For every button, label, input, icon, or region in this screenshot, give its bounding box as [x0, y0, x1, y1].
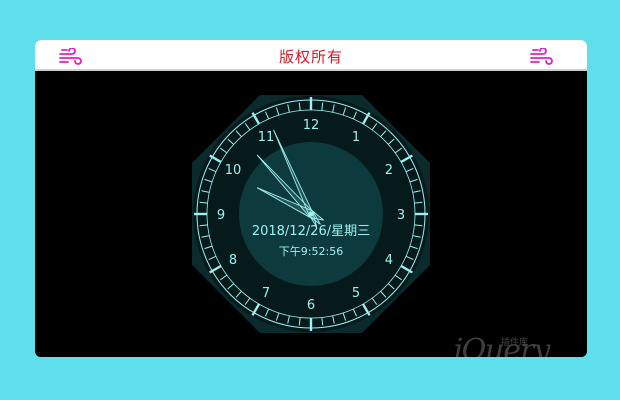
watermark-subtitle: 插件库 [501, 338, 529, 348]
clock-numeral: 1 [352, 130, 360, 145]
app-card: 版权所有 12 1 2 3 4 5 6 7 8 9 10 11 2018/12/26/星期三 下午9:… [35, 40, 587, 357]
date-readout: 2018/12/26/星期三 [251, 224, 371, 239]
analog-clock: 121234567891011 [192, 95, 430, 333]
clock-numeral: 7 [262, 286, 270, 301]
clock-numeral: 5 [352, 286, 360, 301]
clock-numeral: 12 [303, 118, 320, 133]
clock-numeral: 2 [385, 163, 393, 178]
time-readout: 下午9:52:56 [278, 245, 344, 258]
clock-numeral: 10 [225, 163, 242, 178]
clock-pivot [308, 211, 314, 217]
wind-icon[interactable] [529, 48, 553, 66]
clock-area: 12 1 2 3 4 5 6 7 8 9 10 11 2018/12/26/星期三 下午9:52:56… [35, 71, 587, 357]
title-bar: 版权所有 [35, 40, 587, 71]
jquery-watermark: jQuery 插件库 [453, 333, 579, 357]
clock-numeral: 11 [258, 130, 275, 145]
clock-numeral: 6 [307, 298, 315, 313]
page-title: 版权所有 [278, 48, 343, 66]
